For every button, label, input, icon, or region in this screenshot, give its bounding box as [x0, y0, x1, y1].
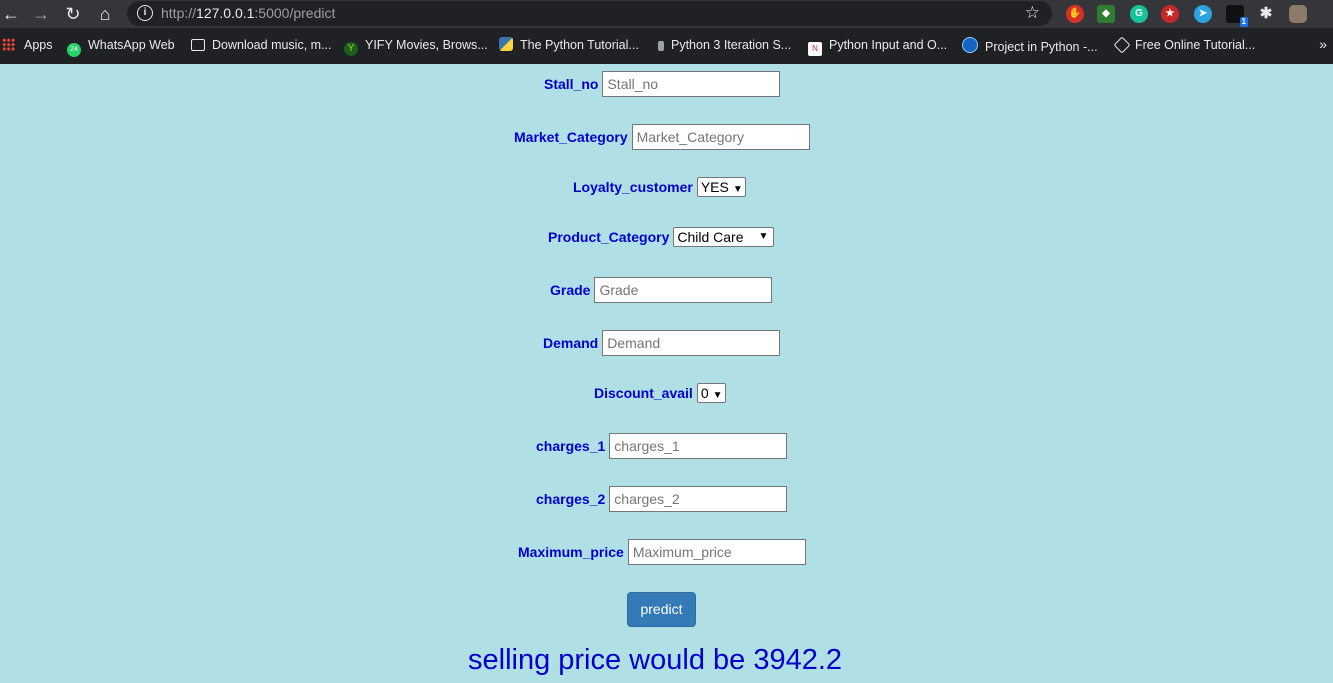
- chevron-down-icon: ▼: [732, 184, 743, 195]
- bookmark-project-python[interactable]: Project in Python -...: [962, 37, 1098, 54]
- reload-icon[interactable]: ↻: [62, 3, 84, 25]
- bookmark-apps[interactable]: Apps: [2, 37, 53, 53]
- puzzle-extensions-icon[interactable]: ✱: [1257, 5, 1275, 23]
- maximum-price-label: Maximum_price: [518, 544, 624, 560]
- row-charges-1: charges_1: [536, 433, 788, 459]
- stall-no-label: Stall_no: [544, 76, 599, 92]
- profile-avatar[interactable]: [1289, 5, 1307, 23]
- yify-icon: Y: [344, 42, 358, 56]
- address-bar[interactable]: i http://127.0.0.1:5000/predict ☆: [127, 1, 1052, 26]
- bookmark-python-input[interactable]: N Python Input and O...: [808, 37, 947, 56]
- row-loyalty-customer: Loyalty_customer YES ▼: [573, 177, 746, 203]
- predict-button[interactable]: predict: [627, 592, 696, 627]
- bookmark-download-music[interactable]: Download music, m...: [191, 37, 331, 53]
- monitor-icon: [191, 39, 205, 51]
- diamond-icon: [1113, 36, 1131, 54]
- bookmark-star-icon[interactable]: ☆: [1025, 3, 1040, 23]
- bookmark-yify[interactable]: Y YIFY Movies, Brows...: [344, 37, 488, 56]
- stall-no-input[interactable]: [602, 71, 781, 97]
- extension-badge: 1: [1239, 17, 1248, 27]
- santa-extension-icon[interactable]: ★: [1161, 5, 1179, 23]
- bookmarks-bar: Apps 24 WhatsApp Web Download music, m...…: [0, 30, 1333, 60]
- extension-icon[interactable]: ◆: [1097, 5, 1115, 23]
- discount-avail-value: 0: [700, 385, 709, 401]
- browser-toolbar: ← → ↻ ⌂ i http://127.0.0.1:5000/predict …: [0, 0, 1333, 28]
- charges-2-label: charges_2: [536, 491, 606, 507]
- market-category-input[interactable]: [631, 124, 810, 150]
- grade-label: Grade: [550, 282, 591, 298]
- bookmark-python-tutorial[interactable]: The Python Tutorial...: [499, 37, 639, 53]
- loyalty-customer-label: Loyalty_customer: [573, 179, 693, 195]
- bookmark-python-iteration[interactable]: Python 3 Iteration S...: [654, 37, 791, 53]
- site-logo-icon: N: [808, 42, 822, 56]
- bookmark-whatsapp[interactable]: 24 WhatsApp Web: [67, 37, 175, 57]
- globe-icon: [962, 37, 978, 53]
- market-category-label: Market_Category: [514, 129, 628, 145]
- bookmark-free-online-tutorial[interactable]: Free Online Tutorial...: [1113, 36, 1255, 54]
- row-stall-no: Stall_no: [544, 71, 781, 97]
- row-charges-2: charges_2: [536, 486, 788, 512]
- apps-grid-icon: [2, 38, 15, 51]
- prediction-result: selling price would be 3942.2: [468, 644, 843, 676]
- forward-icon[interactable]: →: [30, 3, 52, 25]
- loyalty-customer-value: YES: [700, 179, 729, 195]
- row-market-category: Market_Category: [514, 124, 810, 150]
- cube-extension-icon[interactable]: 1: [1226, 5, 1248, 27]
- grade-input[interactable]: [594, 277, 773, 303]
- maximum-price-input[interactable]: [627, 539, 806, 565]
- chevron-down-icon: ▼: [712, 390, 723, 401]
- demand-input[interactable]: [602, 330, 781, 356]
- telegram-icon[interactable]: ➤: [1194, 5, 1212, 23]
- product-category-value: Child Care: [677, 229, 744, 245]
- row-grade: Grade: [550, 277, 773, 303]
- python-logo-icon: [499, 37, 513, 51]
- loyalty-customer-select[interactable]: YES ▼: [696, 177, 746, 197]
- back-icon[interactable]: ←: [0, 3, 22, 25]
- row-discount-avail: Discount_avail 0 ▼: [594, 383, 726, 409]
- discount-avail-select[interactable]: 0 ▼: [696, 383, 726, 403]
- lock-icon: [658, 41, 664, 51]
- adblock-extension-icon[interactable]: ✋: [1066, 5, 1084, 23]
- charges-1-input[interactable]: [609, 433, 788, 459]
- chevron-down-icon: ▼: [758, 231, 769, 242]
- row-product-category: Product_Category Child Care ▼: [548, 227, 775, 253]
- product-category-label: Product_Category: [548, 229, 670, 245]
- browser-chrome: ← → ↻ ⌂ i http://127.0.0.1:5000/predict …: [0, 0, 1333, 64]
- row-demand: Demand: [543, 330, 781, 356]
- more-bookmarks-icon[interactable]: »: [1319, 36, 1327, 52]
- home-icon[interactable]: ⌂: [94, 3, 116, 25]
- charges-2-input[interactable]: [609, 486, 788, 512]
- discount-avail-label: Discount_avail: [594, 385, 693, 401]
- address-url: http://127.0.0.1:5000/predict: [161, 5, 336, 21]
- site-info-icon[interactable]: i: [137, 5, 153, 21]
- product-category-select[interactable]: Child Care ▼: [673, 227, 775, 247]
- whatsapp-icon: 24: [67, 43, 81, 57]
- charges-1-label: charges_1: [536, 438, 606, 454]
- demand-label: Demand: [543, 335, 599, 351]
- grammarly-icon[interactable]: G: [1130, 5, 1148, 23]
- row-maximum-price: Maximum_price: [518, 539, 806, 565]
